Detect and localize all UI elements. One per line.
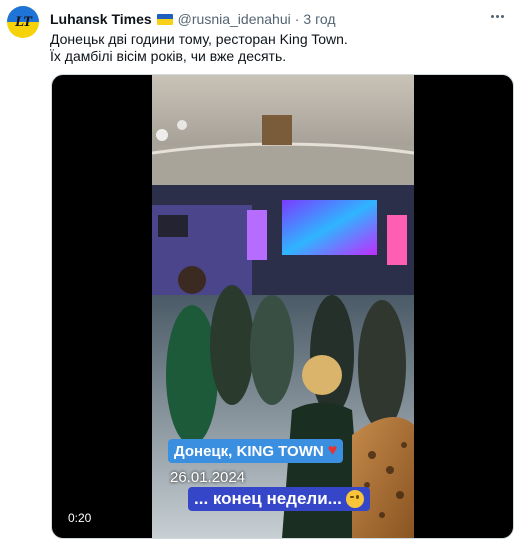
tweet-text-line: Їх дамбілі вісім років, чи вже десять. (50, 48, 287, 64)
more-options-icon[interactable] (487, 6, 507, 26)
video-caption-bottom-text: ... конец недели... (194, 489, 342, 508)
video-caption-bottom: ... конец недели... (188, 487, 370, 511)
author-name[interactable]: Luhansk Times (50, 11, 152, 27)
video-caption-location: Донецк, KING TOWN ♥ (168, 439, 344, 463)
video-caption-date: 26.01.2024 (170, 469, 246, 486)
separator: · (294, 11, 300, 27)
tweet-text: Донецьк дві години тому, ресторан King T… (50, 31, 348, 65)
video-frame[interactable]: Донецк, KING TOWN ♥ 26.01.2024 ... конец… (152, 75, 414, 538)
tweet-text-line: Донецьк дві години тому, ресторан King T… (50, 31, 348, 47)
ukraine-flag-icon (156, 13, 173, 25)
heart-icon: ♥ (327, 442, 338, 459)
video-duration: 0:20 (64, 510, 96, 526)
tweet-header: Luhansk Times @rusnia_idenahui · 3 год (50, 10, 336, 28)
timestamp[interactable]: 3 год (303, 11, 335, 27)
author-handle[interactable]: @rusnia_idenahui (178, 11, 291, 27)
video-caption-location-text: Донецк, KING TOWN (174, 442, 324, 460)
video-player[interactable]: Донецк, KING TOWN ♥ 26.01.2024 ... конец… (51, 74, 514, 539)
wink-emoji-icon (345, 490, 364, 508)
avatar-monogram: LT (14, 13, 32, 30)
avatar[interactable]: LT (7, 6, 39, 38)
